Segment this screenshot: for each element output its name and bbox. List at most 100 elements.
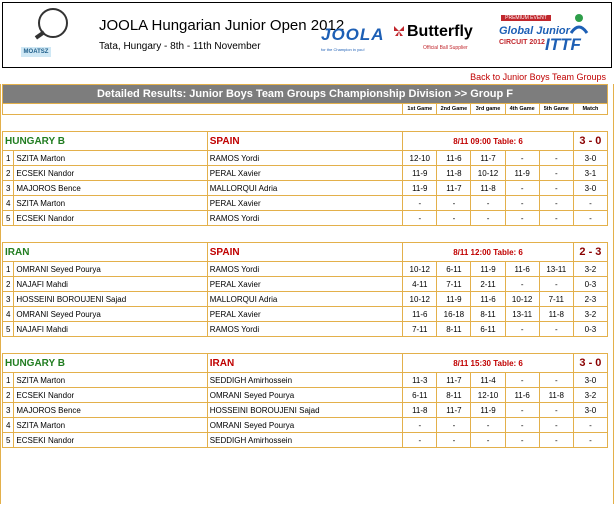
rubber-result: 3-0 [572, 402, 609, 418]
game-score: 13-11 [504, 306, 540, 322]
match-header-row: IRAN SPAIN 8/11 12:00 Table: 62 - 3 [2, 242, 609, 262]
player-a: ECSEKI Nandor [13, 432, 208, 448]
player-a: SZITA Marton [13, 150, 208, 166]
table-row: 4 SZITA Marton OMRANI Seyed Pourya - - - - - - [1, 417, 609, 433]
match-score: 3 - 0 [572, 131, 609, 151]
player-b: HOSSEINI BOROUJENI Sajad [206, 402, 404, 418]
game-score: - [504, 276, 540, 292]
game-score: 8-11 [436, 387, 472, 403]
rubber-result: 3-0 [572, 150, 609, 166]
back-to-groups-link[interactable]: Back to Junior Boys Team Groups [470, 72, 606, 82]
match-score: 2 - 3 [572, 242, 609, 262]
game-score: 11-6 [402, 306, 438, 322]
game-score: - [538, 276, 574, 292]
rubber-result: 0-3 [572, 276, 609, 292]
game-score: 11-8 [470, 180, 506, 196]
game-score: - [470, 210, 506, 226]
player-a: SZITA Marton [13, 417, 208, 433]
player-b: RAMOS Yordi [206, 150, 404, 166]
game-score: - [538, 402, 574, 418]
game-score: - [504, 372, 540, 388]
player-b: SEDDIGH Amirhossein [206, 372, 404, 388]
game-score: - [470, 432, 506, 448]
rubber-result: - [572, 417, 609, 433]
results-panel: Detailed Results: Junior Boys Team Group… [0, 84, 614, 504]
player-a: MAJOROS Bence [13, 402, 208, 418]
circuit-text: CIRCUIT 2012 [499, 39, 545, 46]
team-a-name: HUNGARY B [2, 353, 208, 373]
game-score: - [538, 372, 574, 388]
game-score: 11-9 [402, 165, 438, 181]
game-score: 10-12 [402, 261, 438, 277]
game-score: - [538, 150, 574, 166]
moatsz-logo: MOATSZ [9, 7, 89, 63]
game-score: - [504, 321, 540, 337]
player-a: SZITA Marton [13, 195, 208, 211]
player-a: NAJAFI Mahdi [13, 276, 208, 292]
game-score: - [436, 417, 472, 433]
match-header-row: HUNGARY B IRAN 8/11 15:30 Table: 63 - 0 [2, 353, 609, 373]
table-row: 1 SZITA Marton RAMOS Yordi 12-10 11-6 11-7- -3… [1, 150, 609, 166]
game-score: - [504, 195, 540, 211]
player-b: PERAL Xavier [206, 276, 404, 292]
player-b: OMRANI Seyed Pourya [206, 417, 404, 433]
game-score: 13-11 [538, 261, 574, 277]
game-score: 11-6 [504, 387, 540, 403]
joola-tagline: for the Champion in you! [321, 47, 365, 52]
game-score: 6-11 [402, 387, 438, 403]
rubber-number: 2 [1, 165, 15, 181]
rubber-result: 3-2 [572, 261, 609, 277]
rubber-result: 3-0 [572, 180, 609, 196]
game-score: 10-12 [504, 291, 540, 307]
game-score: 12-10 [402, 150, 438, 166]
game-score: 11-8 [402, 402, 438, 418]
player-b: RAMOS Yordi [206, 321, 404, 337]
rubber-number: 3 [1, 402, 15, 418]
game-score: 11-8 [538, 387, 574, 403]
rubber-result: 3-2 [572, 387, 609, 403]
col-header-game4: 4th Game [504, 103, 540, 115]
game-score: - [470, 195, 506, 211]
player-a: ECSEKI Nandor [13, 210, 208, 226]
rubber-result: 2-3 [572, 291, 609, 307]
table-row: 3 HOSSEINI BOROUJENI Sajad MALLORQUI Adria… [1, 291, 609, 307]
table-row: 4 SZITA Marton PERAL Xavier - - - - - - [1, 195, 609, 211]
event-banner: MOATSZ JOOLA Hungarian Junior Open 2012 … [2, 2, 612, 68]
game-score: 4-11 [402, 276, 438, 292]
game-score: 11-9 [402, 180, 438, 196]
team-b-name: IRAN [206, 353, 404, 373]
col-header-game1: 1st Game [402, 103, 438, 115]
match-header-row: HUNGARY B SPAIN 8/11 09:00 Table: 63 - 0 [2, 131, 609, 151]
player-b: RAMOS Yordi [206, 261, 404, 277]
team-a-name: IRAN [2, 242, 208, 262]
game-score: 11-9 [436, 291, 472, 307]
game-score: - [470, 417, 506, 433]
player-a: ECSEKI Nandor [13, 165, 208, 181]
match-spacer [2, 114, 608, 132]
rubber-number: 2 [1, 276, 15, 292]
ittf-global-junior-logo: PREMIUM EVENT Global Junior CIRCUIT 2012… [495, 11, 610, 63]
player-a: ECSEKI Nandor [13, 387, 208, 403]
game-score: 11-9 [470, 402, 506, 418]
game-score: - [402, 417, 438, 433]
game-score: 11-6 [504, 261, 540, 277]
column-header-row: 1st Game 2nd Game 3rd game 4th Game 5th … [1, 103, 609, 115]
game-score: 11-7 [436, 180, 472, 196]
game-score: - [402, 432, 438, 448]
player-b: PERAL Xavier [206, 306, 404, 322]
game-score: - [538, 195, 574, 211]
table-row: 1 SZITA Marton SEDDIGH Amirhossein 11-3 11-7… [1, 372, 609, 388]
match-info: 8/11 12:00 Table: 6 [402, 242, 574, 262]
table-row: 3 MAJOROS Bence HOSSEINI BOROUJENI Sajad 11… [1, 402, 609, 418]
game-score: 12-10 [470, 387, 506, 403]
table-row: 2 ECSEKI Nandor OMRANI Seyed Pourya 6-11 8-1… [1, 387, 609, 403]
game-score: - [504, 150, 540, 166]
player-b: MALLORQUI Adria [206, 180, 404, 196]
ittf-mark: ITTF [545, 35, 581, 54]
team-a-name: HUNGARY B [2, 131, 208, 151]
game-score: 11-9 [470, 261, 506, 277]
game-score: - [436, 210, 472, 226]
table-row: 5 ECSEKI Nandor RAMOS Yordi - - - - - - [1, 210, 609, 226]
rubber-result: - [572, 432, 609, 448]
rubber-number: 5 [1, 432, 15, 448]
